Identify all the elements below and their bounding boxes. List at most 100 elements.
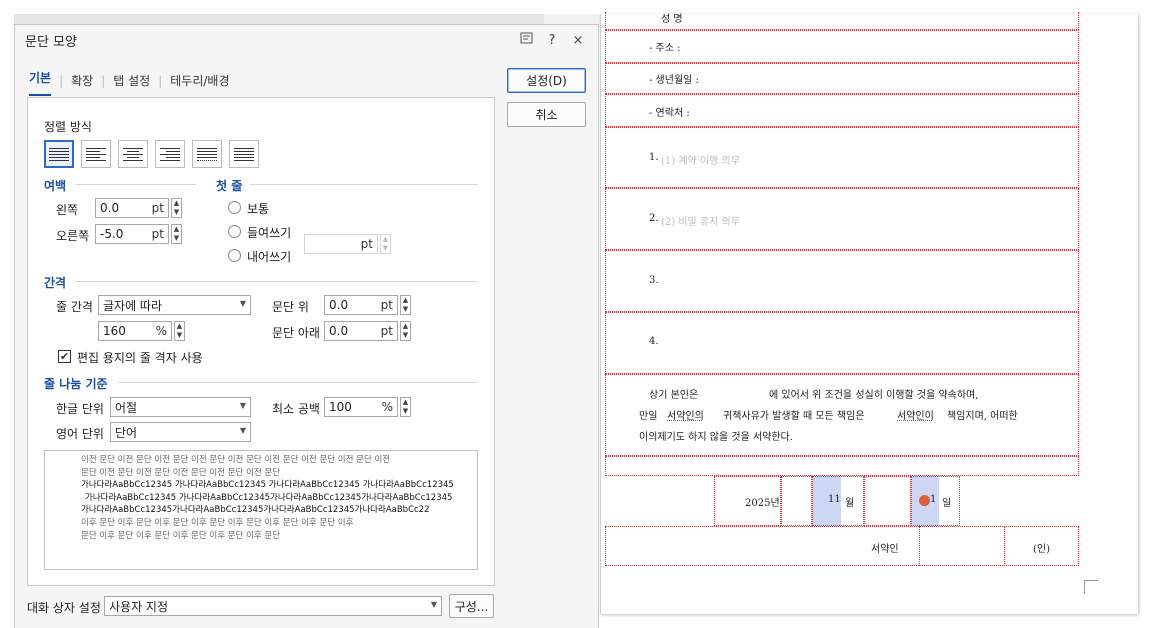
page-corner-mark bbox=[1084, 580, 1098, 594]
space-above-label: 문단 위 bbox=[272, 300, 309, 314]
doc-para-2c: 귀책사유가 발생할 때 모든 책임은 bbox=[723, 411, 865, 422]
doc-para-2d: 서약인이 bbox=[897, 411, 934, 422]
space-above-spinner[interactable]: ▲ ▼ bbox=[400, 295, 411, 315]
align-center-button[interactable] bbox=[118, 140, 148, 168]
align-justify-button[interactable] bbox=[44, 140, 74, 168]
screen: 성 명 - 주소 : - 생년월일 : - 연락처 : 1. (1) 계약 이행… bbox=[0, 0, 1156, 628]
preview-prev-line: 문단 이전 문단 이전 문단 이전 문단 이전 문단 이전 문단 bbox=[81, 467, 281, 478]
hangul-unit-select[interactable]: 어절 ▼ bbox=[110, 397, 251, 417]
first-line-value-input: pt bbox=[304, 234, 378, 254]
space-below-spinner[interactable]: ▲ ▼ bbox=[400, 321, 411, 341]
english-unit-select[interactable]: 단어 ▼ bbox=[110, 422, 251, 442]
space-below-input[interactable]: 0.0 pt bbox=[324, 321, 398, 341]
preview-prev-line: 이전 문단 이전 문단 이전 문단 이전 문단 이전 문단 이전 문단 이전 문… bbox=[81, 455, 391, 465]
divider bbox=[76, 281, 478, 282]
preview-current-line: 가나다라AaBbCc12345가나다라AaBbCc12345가나다라AaBbCc… bbox=[81, 505, 430, 516]
doc-para-3: 이의제기도 하지 않을 것을 서약한다. bbox=[639, 432, 793, 443]
doc-seal-label: (인) bbox=[1033, 544, 1051, 555]
doc-birth-label: - 생년월일 : bbox=[649, 75, 699, 86]
doc-sign-row[interactable] bbox=[605, 526, 1079, 566]
doc-signer-label: 서약인 bbox=[871, 544, 899, 555]
dialog-titlebar[interactable]: 문단 모양 ? × bbox=[15, 25, 598, 55]
spacing-group-label: 간격 bbox=[44, 276, 67, 290]
margin-right-label: 오른쪽 bbox=[56, 229, 90, 243]
margin-left-label: 왼쪽 bbox=[56, 203, 79, 217]
save-preset-icon[interactable] bbox=[516, 32, 536, 49]
first-line-outdent-label: 내어쓰기 bbox=[247, 250, 292, 264]
dialog-title: 문단 모양 bbox=[25, 34, 77, 50]
doc-sign-cell[interactable] bbox=[919, 526, 1005, 566]
margin-left-input[interactable]: 0.0 pt bbox=[95, 198, 169, 218]
align-label: 정렬 방식 bbox=[44, 120, 92, 134]
tab-border-background[interactable]: 테두리/배경 bbox=[170, 72, 229, 93]
space-above-input[interactable]: 0.0 pt bbox=[324, 295, 398, 315]
first-line-normal-radio[interactable] bbox=[228, 201, 241, 214]
margin-group-label: 여백 bbox=[44, 179, 67, 193]
doc-item-4-cell[interactable] bbox=[605, 312, 1079, 374]
min-space-label: 최소 공백 bbox=[272, 402, 320, 416]
min-space-input[interactable]: 100% bbox=[324, 397, 398, 417]
help-icon[interactable]: ? bbox=[542, 33, 562, 48]
doc-month-label: 월 bbox=[845, 498, 855, 509]
break-group-label: 줄 나눔 기준 bbox=[44, 377, 108, 391]
doc-cell bbox=[781, 476, 812, 526]
ok-button[interactable]: 설정(D) bbox=[507, 68, 586, 93]
dialog-preset-select[interactable]: 사용자 지정 ▼ bbox=[104, 596, 442, 616]
doc-para-2a: 만일 bbox=[639, 411, 658, 422]
doc-para-1b: 에 있어서 위 조건을 성실히 이행할 것을 약속하며, bbox=[769, 390, 979, 401]
tab-extended[interactable]: 확장 bbox=[71, 72, 93, 93]
divider bbox=[76, 184, 196, 185]
doc-day-label: 일 bbox=[942, 498, 952, 509]
doc-spacer-cell bbox=[605, 456, 1079, 476]
margin-left-spinner[interactable]: ▲ ▼ bbox=[171, 198, 182, 218]
doc-item-1-num: 1. bbox=[649, 152, 659, 163]
dialog-tabs: 기본 | 확장 | 탭 설정 | 테두리/배경 bbox=[29, 69, 230, 96]
dialog-preset-label: 대화 상자 설정 bbox=[27, 601, 101, 615]
english-unit-label: 영어 단위 bbox=[56, 427, 104, 441]
doc-cell bbox=[605, 12, 1079, 30]
line-spacing-value-input[interactable]: 160% bbox=[98, 321, 172, 341]
align-divide-button[interactable] bbox=[229, 140, 259, 168]
divider bbox=[250, 184, 478, 185]
first-line-normal-label: 보통 bbox=[247, 202, 270, 216]
align-right-button[interactable] bbox=[155, 140, 185, 168]
line-grid-checkbox[interactable]: ✔ bbox=[58, 350, 71, 363]
doc-item-3-num: 3. bbox=[649, 275, 659, 286]
doc-contact-label: - 연락처 : bbox=[649, 108, 690, 119]
margin-right-spinner[interactable]: ▲ ▼ bbox=[171, 224, 182, 244]
tab-basic[interactable]: 기본 bbox=[29, 69, 52, 96]
min-space-spinner[interactable]: ▲ ▼ bbox=[400, 397, 411, 417]
line-spacing-mode-select[interactable]: 글자에 따라 ▼ bbox=[98, 295, 251, 315]
cursor-marker-icon bbox=[919, 495, 930, 506]
paragraph-shape-dialog: 문단 모양 ? × 기본 | 확장 | 탭 설정 | 테두리/배경 설정(D) … bbox=[14, 24, 599, 628]
doc-address-label: - 주소 : bbox=[649, 43, 681, 54]
align-left-button[interactable] bbox=[81, 140, 111, 168]
doc-para-2e: 책임지며, 어떠한 bbox=[947, 411, 1018, 422]
document-page[interactable]: 성 명 - 주소 : - 생년월일 : - 연락처 : 1. (1) 계약 이행… bbox=[600, 12, 1138, 614]
first-line-group-label: 첫 줄 bbox=[216, 179, 243, 193]
line-spacing-label: 줄 간격 bbox=[56, 300, 93, 314]
doc-day-num: 1 bbox=[930, 494, 937, 505]
doc-item-1-text: (1) 계약 이행 의무 bbox=[661, 156, 740, 167]
first-line-outdent-radio[interactable] bbox=[228, 249, 241, 262]
line-spacing-spinner[interactable]: ▲ ▼ bbox=[174, 321, 185, 341]
doc-cell bbox=[864, 476, 911, 526]
doc-para-1a: 상기 본인은 bbox=[649, 390, 699, 401]
doc-item-4-num: 4. bbox=[649, 336, 659, 347]
doc-item-3-cell[interactable] bbox=[605, 250, 1079, 312]
cancel-button[interactable]: 취소 bbox=[507, 102, 586, 127]
margin-right-input[interactable]: -5.0 pt bbox=[95, 224, 169, 244]
close-icon[interactable]: × bbox=[568, 33, 588, 48]
doc-para-2b: 서약인의 bbox=[667, 411, 704, 422]
doc-month-num: 11 bbox=[828, 494, 841, 505]
first-line-indent-label: 들여쓰기 bbox=[247, 226, 292, 240]
config-button[interactable]: 구성... bbox=[449, 594, 494, 618]
hangul-unit-label: 한글 단위 bbox=[56, 402, 104, 416]
divider bbox=[118, 382, 478, 383]
paragraph-preview: 이전 문단 이전 문단 이전 문단 이전 문단 이전 문단 이전 문단 이전 문… bbox=[44, 450, 478, 570]
align-distribute-button[interactable] bbox=[192, 140, 222, 168]
doc-item-2-num: 2. bbox=[649, 213, 659, 224]
tab-tab-settings[interactable]: 탭 설정 bbox=[113, 72, 150, 93]
first-line-indent-radio[interactable] bbox=[228, 225, 241, 238]
doc-item-2-text: (2) 비밀 유지 의무 bbox=[661, 217, 740, 228]
